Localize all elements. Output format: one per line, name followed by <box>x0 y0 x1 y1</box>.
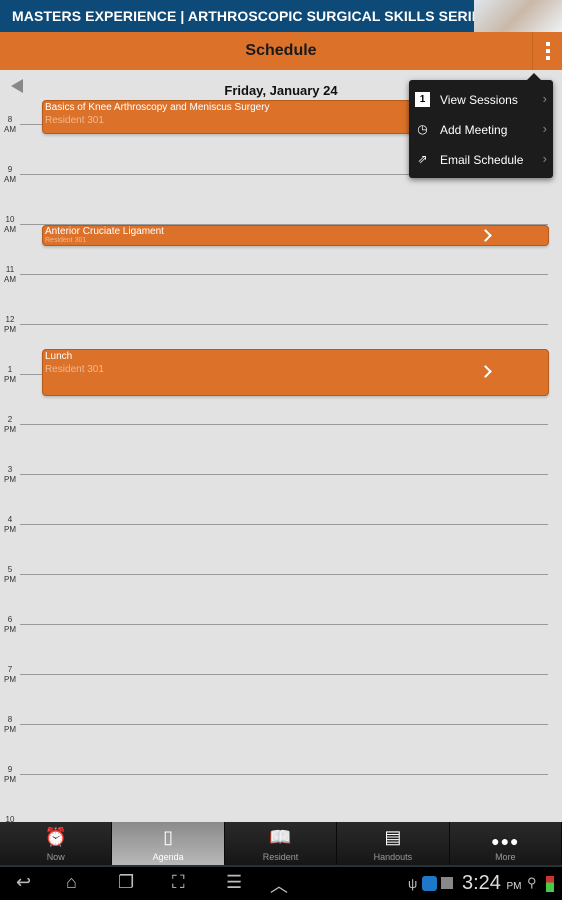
home-icon[interactable]: ⌂ <box>66 872 77 893</box>
hour-row: 7 PM <box>0 665 562 684</box>
banner-surgeon-image <box>474 0 562 32</box>
calendar-icon: 1 <box>415 92 430 107</box>
hour-divider <box>20 574 548 575</box>
tab-label: Resident <box>262 852 299 862</box>
event-title: Anterior Cruciate Ligament <box>45 226 164 237</box>
hour-label: 6 PM <box>4 615 16 634</box>
hour-row: 9 PM <box>0 765 562 784</box>
calendar-notification-icon <box>441 877 453 889</box>
hour-label: 4 PM <box>4 515 16 534</box>
hour-label: 1 PM <box>4 365 16 384</box>
menu-label: Add Meeting <box>440 123 508 137</box>
hour-divider <box>20 474 548 475</box>
chevron-right-icon: › <box>542 121 547 136</box>
event-subtitle: Resident 301 <box>45 115 104 126</box>
tab-now[interactable]: ⏰ Now <box>0 822 113 865</box>
menu-label: View Sessions <box>440 93 518 107</box>
event-subtitle: Resident 301 <box>45 364 104 375</box>
tab-agenda[interactable]: ▯ Agenda <box>112 822 225 865</box>
hour-row: 3 PM <box>0 465 562 484</box>
chevron-up-icon[interactable]: ︿ <box>270 872 288 898</box>
hour-divider <box>20 674 548 675</box>
hour-row: 6 PM <box>0 615 562 634</box>
recent-apps-icon[interactable]: ❐ <box>118 872 134 893</box>
hour-row: 5 PM <box>0 565 562 584</box>
hour-divider <box>20 274 548 275</box>
hour-label: 8 PM <box>4 715 16 734</box>
event-subtitle: Resident 301 <box>45 237 87 244</box>
hour-label: 2 PM <box>4 415 16 434</box>
wifi-icon: ⚲ <box>527 875 537 890</box>
handout-icon: ▤ <box>384 827 402 847</box>
hour-label: 7 PM <box>4 665 16 684</box>
hour-label: 5 PM <box>4 565 16 584</box>
page-title: Schedule <box>245 42 317 59</box>
hour-label: 3 PM <box>4 465 16 484</box>
screenshot-icon[interactable]: ⛶ <box>172 872 185 893</box>
tab-label: More <box>495 852 516 862</box>
menu-label: Email Schedule <box>440 153 524 167</box>
tab-handouts[interactable]: ▤ Handouts <box>337 822 450 865</box>
status-clock: 3:24 PM <box>462 872 522 894</box>
share-icon: ⇗ <box>417 152 428 166</box>
hour-label: 10 AM <box>4 215 16 234</box>
menu-item-email-schedule[interactable]: ⇗ Email Schedule › <box>409 145 553 175</box>
tab-label: Now <box>46 852 65 862</box>
event-title: Basics of Knee Arthroscopy and Meniscus … <box>45 102 270 113</box>
notebook-icon: ▯ <box>163 827 174 847</box>
overflow-menu: 1 View Sessions › ◷ Add Meeting › ⇗ Emai… <box>409 73 553 178</box>
hour-label: 12 PM <box>4 315 16 334</box>
hour-divider <box>20 524 548 525</box>
alarm-clock-icon: ⏰ <box>44 827 67 847</box>
chevron-right-icon <box>479 365 492 378</box>
event-title: Lunch <box>45 351 73 362</box>
hour-row: 4 PM <box>0 515 562 534</box>
hour-label: 9 AM <box>4 165 16 184</box>
hour-row: 11 AM <box>0 265 562 284</box>
chevron-right-icon: › <box>542 91 547 106</box>
meeting-clock-icon: ◷ <box>417 122 428 136</box>
hour-divider <box>20 324 548 325</box>
battery-icon <box>546 876 554 892</box>
chevron-right-icon: › <box>542 151 547 166</box>
tab-label: Agenda <box>152 852 184 862</box>
hour-divider <box>20 624 548 625</box>
skype-icon <box>422 876 437 891</box>
menu-item-view-sessions[interactable]: 1 View Sessions › <box>409 85 553 115</box>
hour-divider <box>20 724 548 725</box>
hour-label: 11 AM <box>4 265 16 284</box>
hour-label: 8 AM <box>4 115 16 134</box>
header-banner: MASTERS EXPERIENCE | ARTHROSCOPIC SURGIC… <box>0 0 562 32</box>
event-lunch[interactable]: Lunch Resident 301 <box>42 349 549 396</box>
back-icon[interactable]: ↩ <box>16 872 31 893</box>
bottom-tab-bar: ⏰ Now ▯ Agenda 📖 Resident ▤ Handouts ●●● More <box>0 822 562 865</box>
tab-label: Handouts <box>373 852 413 862</box>
event-acl[interactable]: Anterior Cruciate Ligament Resident 301 <box>42 225 549 246</box>
hour-row: 8 PM <box>0 715 562 734</box>
system-navigation-bar: ↩ ⌂ ❐ ⛶ ☰ ︿ ψ 3:24 PM ⚲ <box>0 865 562 900</box>
usb-icon: ψ <box>408 876 418 891</box>
overflow-menu-button[interactable] <box>532 32 562 70</box>
action-bar: Schedule <box>0 32 562 70</box>
chevron-right-icon <box>479 229 492 242</box>
banner-title: MASTERS EXPERIENCE | ARTHROSCOPIC SURGIC… <box>12 8 491 24</box>
menu-icon[interactable]: ☰ <box>226 872 242 893</box>
tab-resident[interactable]: 📖 Resident <box>225 822 338 865</box>
hour-label: 9 PM <box>4 765 16 784</box>
hour-divider <box>20 424 548 425</box>
more-dots-icon: ●●● <box>491 833 520 849</box>
menu-item-add-meeting[interactable]: ◷ Add Meeting › <box>409 115 553 145</box>
tab-more[interactable]: ●●● More <box>450 822 562 865</box>
hour-divider <box>20 774 548 775</box>
book-icon: 📖 <box>269 827 292 847</box>
hour-row: 2 PM <box>0 415 562 434</box>
hour-row: 12 PM <box>0 315 562 334</box>
